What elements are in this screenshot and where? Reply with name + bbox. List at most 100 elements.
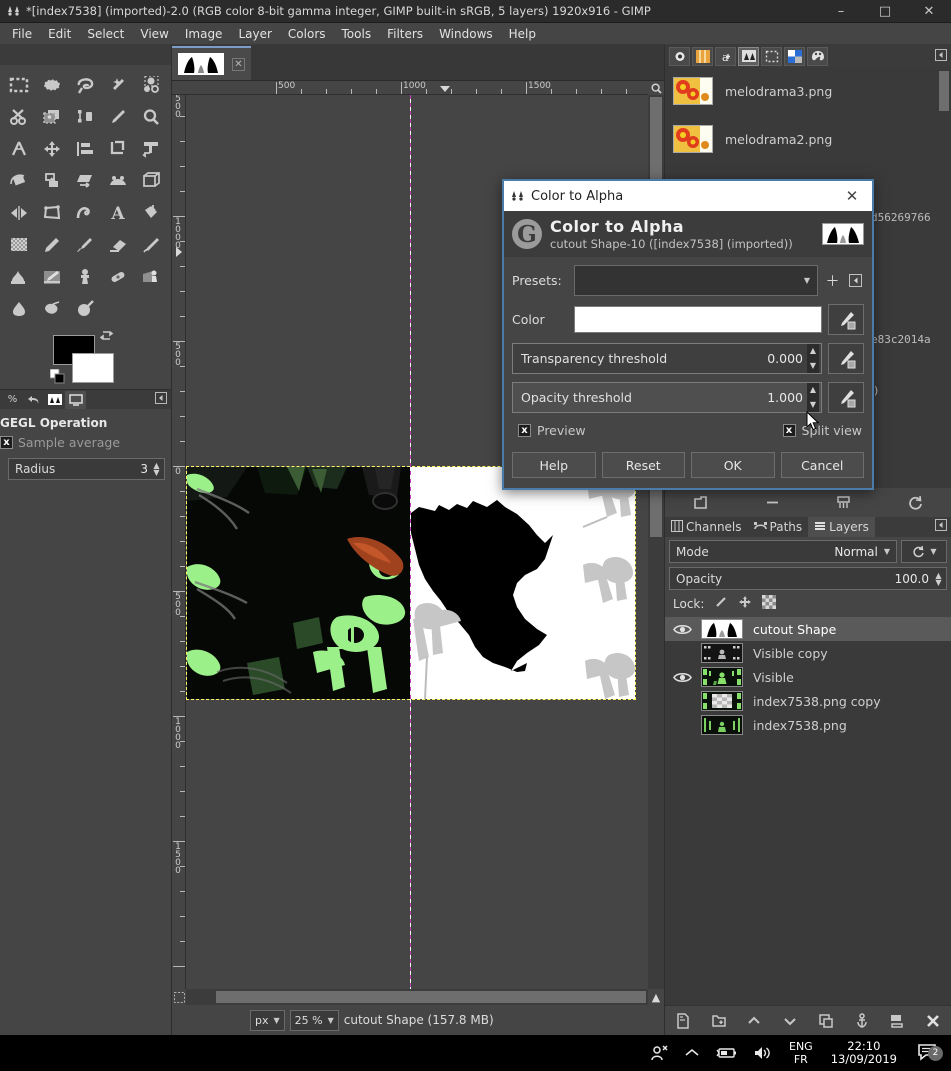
minimize-button[interactable]: – xyxy=(819,0,863,23)
transparency-picker-button[interactable] xyxy=(828,343,864,374)
gradient-icon[interactable] xyxy=(2,229,35,261)
eraser-icon[interactable] xyxy=(101,229,134,261)
default-colors-icon[interactable] xyxy=(49,368,66,388)
rect-select-icon[interactable] xyxy=(2,69,35,101)
lower-layer-icon[interactable] xyxy=(775,1013,805,1029)
sample-average-row[interactable]: x Sample average xyxy=(0,433,165,452)
tab-paths[interactable]: Paths xyxy=(748,517,809,537)
selection-icon[interactable] xyxy=(761,46,782,66)
layer-row-cutout-shape[interactable]: cutout Shape xyxy=(665,617,951,641)
menu-tools[interactable]: Tools xyxy=(334,25,380,43)
layer-row-index7538[interactable]: index7538.png xyxy=(665,713,951,737)
show-hidden-icons-chevron[interactable] xyxy=(677,1035,707,1071)
vertical-guide[interactable] xyxy=(410,95,411,989)
unit-selector[interactable]: px ▼ xyxy=(250,1009,285,1031)
dock-menu-icon[interactable] xyxy=(155,392,167,407)
clone-icon[interactable] xyxy=(68,261,101,293)
color-swatch-button[interactable] xyxy=(574,306,822,333)
device-status-icon[interactable] xyxy=(65,390,86,409)
presets-menu-button[interactable] xyxy=(847,272,864,289)
sample-average-checkbox[interactable]: x xyxy=(0,436,13,449)
tab-channels[interactable]: Channels xyxy=(665,517,748,537)
tab-layers[interactable]: Layers xyxy=(808,517,875,537)
mode-selector[interactable]: Mode Normal ▼ xyxy=(669,540,897,563)
anchor-layer-icon[interactable] xyxy=(847,1012,877,1029)
merge-down-icon[interactable] xyxy=(882,1013,912,1029)
presets-select[interactable]: ▼ xyxy=(574,265,818,296)
menu-help[interactable]: Help xyxy=(501,25,544,43)
gradients-icon[interactable] xyxy=(784,46,805,66)
brushes-icon[interactable] xyxy=(669,46,690,66)
opacity-slider[interactable]: Opacity 100.0 ▲ ▼ xyxy=(669,567,947,590)
undo-history-icon[interactable] xyxy=(23,391,44,409)
zoom-image-button[interactable] xyxy=(648,81,664,95)
refresh-icon[interactable] xyxy=(900,495,930,510)
canvas-image[interactable] xyxy=(186,466,636,700)
background-color-swatch[interactable] xyxy=(72,353,114,383)
lock-pixels-icon[interactable] xyxy=(714,595,728,612)
menu-filters[interactable]: Filters xyxy=(379,25,431,43)
help-button[interactable]: Help xyxy=(512,452,596,478)
close-button[interactable]: ✕ xyxy=(907,0,951,23)
minus-icon[interactable] xyxy=(757,495,787,510)
ellipse-select-icon[interactable] xyxy=(35,69,68,101)
paths-icon[interactable] xyxy=(68,101,101,133)
color-picker-icon[interactable] xyxy=(101,101,134,133)
menu-edit[interactable]: Edit xyxy=(40,25,79,43)
mypaint-brush-icon[interactable] xyxy=(35,261,68,293)
opacity-threshold-slider[interactable]: Opacity threshold 1.000 ▲ ▼ xyxy=(512,382,822,413)
layer-visibility-icon[interactable] xyxy=(665,623,699,636)
zoom-selector[interactable]: 25 % ▼ xyxy=(289,1009,339,1031)
horizontal-ruler[interactable]: 500 1000 1500 xyxy=(172,81,648,95)
quickmask-toggle[interactable] xyxy=(172,989,186,1005)
smudge-icon[interactable] xyxy=(35,293,68,325)
menu-windows[interactable]: Windows xyxy=(431,25,501,43)
fonts-icon[interactable]: a xyxy=(715,46,736,66)
layer-row-index7538-copy[interactable]: index7538.png copy xyxy=(665,689,951,713)
transparency-stepper[interactable]: ▲ ▼ xyxy=(807,344,819,373)
warp-transform-icon[interactable] xyxy=(68,197,101,229)
color-picker-button[interactable] xyxy=(828,304,864,335)
layer-visibility-icon[interactable] xyxy=(665,671,699,684)
layer-row-visible-copy[interactable]: Visible copy xyxy=(665,641,951,665)
delete-layer-icon[interactable] xyxy=(918,1013,948,1029)
list-item[interactable]: melodrama2.png xyxy=(665,115,951,163)
images-scroll-thumb[interactable] xyxy=(939,71,949,111)
scissors-select-icon[interactable] xyxy=(2,101,35,133)
navigation-preview-button[interactable]: ▲ xyxy=(648,989,664,1005)
rotate-icon[interactable] xyxy=(2,165,35,197)
free-select-icon[interactable] xyxy=(68,69,101,101)
swap-colors-icon[interactable] xyxy=(99,329,114,346)
preview-checkbox[interactable]: x xyxy=(518,424,531,437)
dock-menu-icon[interactable] xyxy=(935,519,947,537)
heal-icon[interactable] xyxy=(101,261,134,293)
scale-icon[interactable] xyxy=(35,165,68,197)
battery-icon[interactable] xyxy=(707,1035,745,1071)
bucket-fill-icon[interactable] xyxy=(134,197,167,229)
cutout-shape-preview-thumbnail[interactable] xyxy=(822,223,864,245)
volume-icon[interactable] xyxy=(745,1035,781,1071)
fuzzy-select-icon[interactable] xyxy=(101,69,134,101)
opacity-stepper[interactable]: ▲ ▼ xyxy=(807,383,819,412)
radius-stepper[interactable]: ▲ ▼ xyxy=(151,462,162,477)
menu-layer[interactable]: Layer xyxy=(230,25,279,43)
add-preset-button[interactable]: ＋ xyxy=(824,272,841,290)
lock-position-icon[interactable] xyxy=(738,595,752,612)
new-layer-icon[interactable] xyxy=(668,1012,698,1029)
cancel-button[interactable]: Cancel xyxy=(780,452,864,478)
palettes-icon[interactable] xyxy=(807,46,828,66)
people-icon[interactable] xyxy=(643,1035,677,1071)
close-image-tab-icon[interactable]: ✕ xyxy=(232,57,245,71)
menu-select[interactable]: Select xyxy=(79,25,132,43)
list-item[interactable]: melodrama3.png xyxy=(665,67,951,115)
language-indicator[interactable]: ENG FR xyxy=(781,1040,821,1066)
menu-file[interactable]: File xyxy=(4,25,40,43)
3d-transform-icon[interactable] xyxy=(134,165,167,197)
patterns-icon[interactable] xyxy=(692,46,713,66)
duplicate-layer-icon[interactable] xyxy=(811,1013,841,1029)
select-by-color-icon[interactable] xyxy=(134,69,167,101)
raise-view-icon[interactable] xyxy=(686,495,716,510)
ink-icon[interactable] xyxy=(2,261,35,293)
alignment-icon[interactable] xyxy=(68,133,101,165)
pencil-icon[interactable] xyxy=(35,229,68,261)
